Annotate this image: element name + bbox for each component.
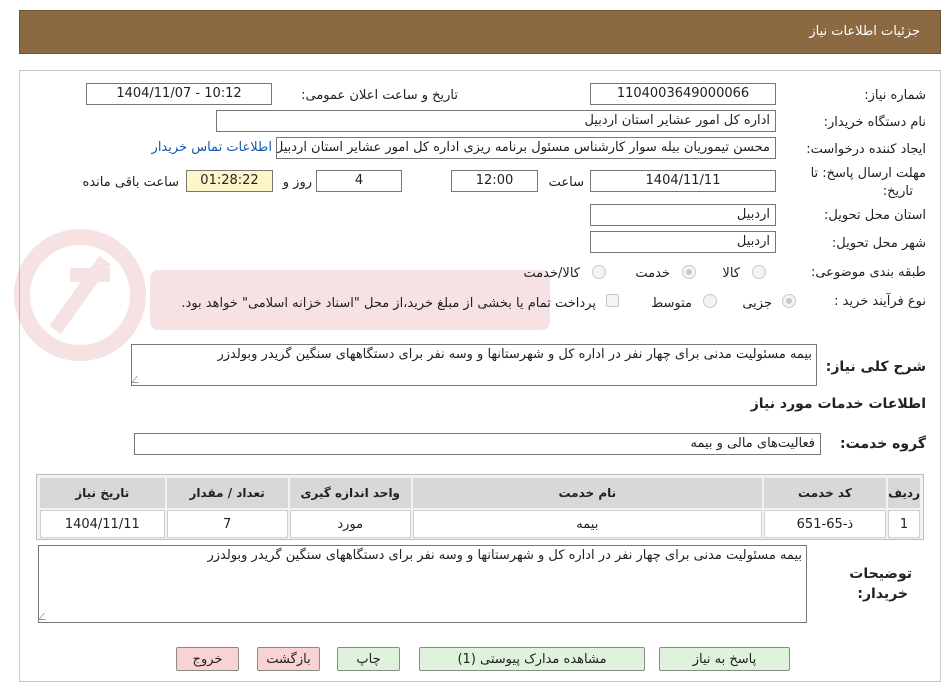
print-button[interactable]: چاپ xyxy=(337,647,400,671)
need-number-field: 1104003649000066 xyxy=(590,83,776,105)
category-goods-radio[interactable] xyxy=(752,265,766,279)
buyer-org-label: نام دستگاه خریدار: xyxy=(823,115,926,130)
requester-label: ایجاد کننده درخواست: xyxy=(806,142,926,157)
category-label: طبقه بندی موضوعی: xyxy=(810,265,926,280)
category-both-label: کالا/خدمت xyxy=(523,266,580,281)
process-medium-radio[interactable] xyxy=(703,294,717,308)
cell-row-number: 1 xyxy=(888,510,920,538)
buyer-notes-text: بیمه مسئولیت مدنی برای چهار نفر در اداره… xyxy=(207,548,802,563)
services-table: ردیف کد خدمت نام خدمت واحد اندازه گیری ت… xyxy=(38,476,922,540)
process-minor-radio[interactable] xyxy=(782,294,796,308)
process-minor-label: جزیی xyxy=(742,296,772,311)
service-group-field: فعالیت‌های مالی و بیمه xyxy=(134,433,821,455)
deadline-label-date: تاریخ: xyxy=(882,184,913,199)
city-label: شهر محل تحویل: xyxy=(831,236,926,251)
announce-label: تاریخ و ساعت اعلان عمومی: xyxy=(301,88,458,103)
exit-button[interactable]: خروج xyxy=(176,647,239,671)
cell-unit: مورد xyxy=(289,510,411,538)
announce-datetime-field: 1404/11/07 - 10:12 xyxy=(86,83,272,105)
deadline-time-field: 12:00 xyxy=(451,170,538,192)
resize-grip-icon[interactable] xyxy=(132,376,144,383)
deadline-date-field: 1404/11/11 xyxy=(590,170,776,192)
remaining-days-field: 4 xyxy=(316,170,402,192)
col-header-quantity: تعداد / مقدار xyxy=(166,478,288,508)
buyer-org-field: اداره کل امور عشایر استان اردبیل xyxy=(216,110,776,132)
province-field: اردبیل xyxy=(590,204,776,226)
buyer-notes-label-line1: توضیحات xyxy=(849,566,912,582)
col-header-unit: واحد اندازه گیری xyxy=(289,478,411,508)
province-label: استان محل تحویل: xyxy=(824,208,926,223)
deadline-time-label: ساعت xyxy=(548,175,584,190)
cell-quantity: 7 xyxy=(166,510,288,538)
deadline-label: مهلت ارسال پاسخ: تا xyxy=(810,166,926,181)
back-button[interactable]: بازگشت xyxy=(257,647,320,671)
category-goods-label: کالا xyxy=(722,266,740,281)
process-label: نوع فرآیند خرید : xyxy=(834,294,926,309)
buyer-notes-label-line2: خریدار: xyxy=(857,586,908,602)
col-header-service-name: نام خدمت xyxy=(412,478,762,508)
city-field: اردبیل xyxy=(590,231,776,253)
remaining-label: ساعت باقی مانده xyxy=(82,175,179,190)
resize-grip-icon[interactable] xyxy=(39,613,51,620)
need-number-label: شماره نیاز: xyxy=(864,88,926,103)
category-service-label: خدمت xyxy=(635,266,670,281)
service-group-label: گروه خدمت: xyxy=(840,436,926,452)
services-heading: اطلاعات خدمات مورد نیاز xyxy=(750,396,926,412)
cell-need-date: 1404/11/11 xyxy=(40,510,165,538)
category-both-radio[interactable] xyxy=(592,265,606,279)
cell-service-code: ذ-65-651 xyxy=(763,510,887,538)
category-service-radio[interactable] xyxy=(682,265,696,279)
buyer-contact-link[interactable]: اطلاعات تماس خریدار xyxy=(152,140,272,155)
attachments-button[interactable]: مشاهده مدارک پیوستی (1) xyxy=(419,647,645,671)
col-header-need-date: تاریخ نیاز xyxy=(40,478,165,508)
treasury-payment-checkbox[interactable] xyxy=(606,294,619,307)
days-label: روز و xyxy=(282,175,312,190)
summary-text: بیمه مسئولیت مدنی برای چهار نفر در اداره… xyxy=(217,347,812,362)
col-header-row-number: ردیف xyxy=(888,478,920,508)
page-header: جزئیات اطلاعات نیاز xyxy=(19,10,941,54)
col-header-service-code: کد خدمت xyxy=(763,478,887,508)
page-title: جزئیات اطلاعات نیاز xyxy=(809,24,920,39)
table-header-row: ردیف کد خدمت نام خدمت واحد اندازه گیری ت… xyxy=(40,478,920,508)
cell-service-name: بیمه xyxy=(412,510,762,538)
buyer-notes-textarea[interactable]: بیمه مسئولیت مدنی برای چهار نفر در اداره… xyxy=(38,545,807,623)
summary-label: شرح کلی نیاز: xyxy=(825,359,926,375)
remaining-time-field: 01:28:22 xyxy=(186,170,273,192)
requester-field: محسن تیموریان بیله سوار کارشناس مسئول بر… xyxy=(276,137,776,159)
process-medium-label: متوسط xyxy=(651,296,692,311)
reply-button[interactable]: پاسخ به نیاز xyxy=(659,647,790,671)
table-row: 1 ذ-65-651 بیمه مورد 7 1404/11/11 xyxy=(40,510,920,538)
payment-note: پرداخت تمام یا بخشی از مبلغ خرید،از محل … xyxy=(181,296,596,311)
summary-textarea[interactable]: بیمه مسئولیت مدنی برای چهار نفر در اداره… xyxy=(131,344,817,386)
